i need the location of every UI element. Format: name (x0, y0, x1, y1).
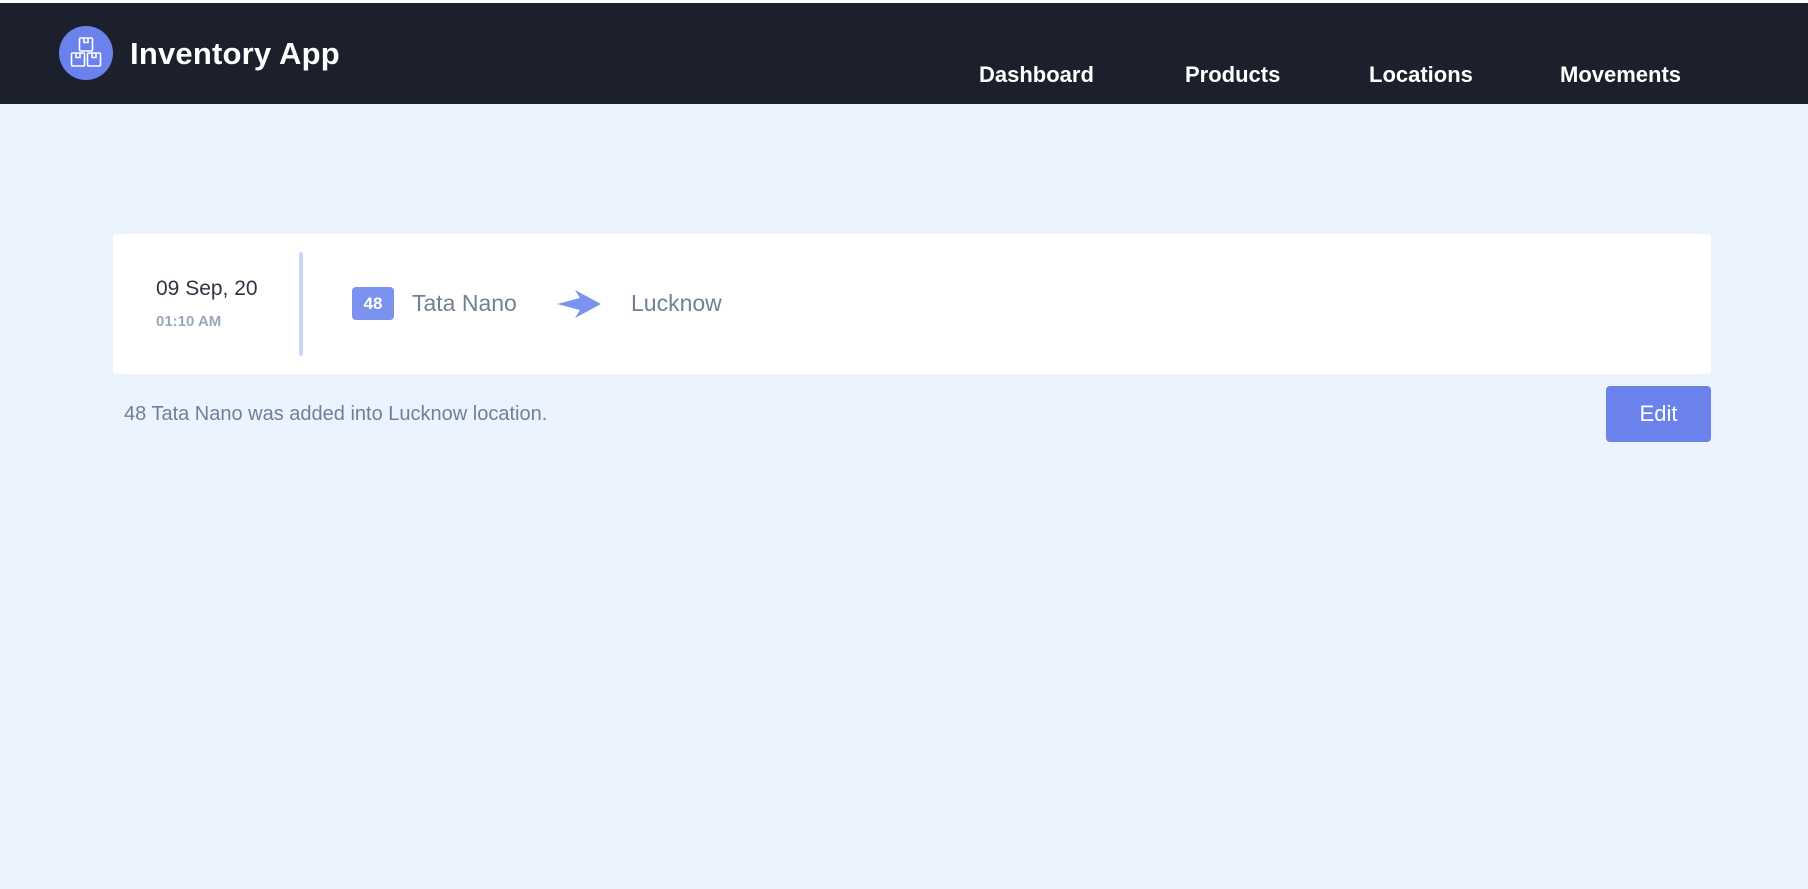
nav-links: Dashboard Products Locations Movements (0, 61, 1808, 91)
page: Inventory App Dashboard Products Locatio… (0, 3, 1808, 889)
product-name: Tata Nano (412, 290, 517, 316)
navbar: Inventory App Dashboard Products Locatio… (0, 3, 1808, 104)
card-divider (299, 252, 303, 356)
edit-button[interactable]: Edit (1606, 386, 1711, 442)
location-name: Lucknow (631, 290, 722, 316)
movement-date: 09 Sep, 20 (156, 277, 258, 300)
movement-card: 09 Sep, 20 01:10 AM 48 Tata Nano Lucknow (113, 234, 1711, 374)
nav-locations[interactable]: Locations (1369, 61, 1473, 89)
movement-description: 48 Tata Nano was added into Lucknow loca… (124, 403, 548, 425)
nav-dashboard[interactable]: Dashboard (979, 61, 1094, 89)
movement-time: 01:10 AM (156, 313, 222, 330)
nav-movements[interactable]: Movements (1560, 61, 1681, 89)
nav-products[interactable]: Products (1185, 61, 1280, 89)
quantity-badge: 48 (352, 287, 394, 320)
arrow-right-icon (557, 290, 601, 318)
